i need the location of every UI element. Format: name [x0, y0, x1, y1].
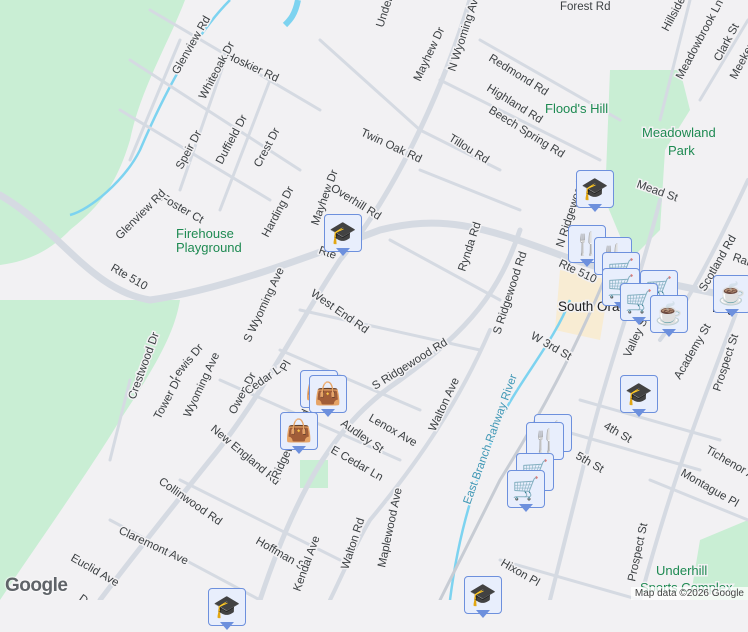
graduation-cap-icon: 🎓	[620, 375, 658, 413]
marker-pointer	[632, 409, 646, 417]
map-label: Duffield Dr	[214, 113, 250, 167]
coffee-icon: ☕	[650, 295, 688, 333]
map-label: Park	[668, 143, 695, 158]
map-label: Tichenor Av	[704, 444, 748, 485]
marker-pointer	[220, 622, 234, 630]
coffee-icon: ☕	[713, 275, 748, 313]
map-label: Underhill	[374, 0, 399, 29]
map-label: Firehouse	[176, 226, 234, 241]
map-label: West End Rd	[308, 288, 370, 337]
map-label: Walton Ave	[427, 376, 462, 433]
map-label: Durand	[76, 593, 114, 600]
map-label: Underhill	[656, 563, 707, 578]
map-label: Forest Rd	[560, 1, 611, 13]
map-label: Maplewood Ave	[376, 487, 405, 569]
poi-marker-graduation-cap[interactable]: 🎓	[208, 588, 246, 632]
map-attribution[interactable]: Map data ©2026 Google	[631, 587, 748, 600]
map-label: Tower Dr	[152, 375, 184, 421]
marker-pointer	[725, 309, 739, 317]
marker-pointer	[588, 204, 602, 212]
poi-marker-graduation-cap[interactable]: 🎓	[324, 214, 362, 258]
map-label: Ralston	[731, 252, 748, 277]
shopping-bag-icon: 👜	[280, 412, 318, 450]
poi-marker-coffee[interactable]: ☕	[650, 295, 688, 339]
map-label: 5th St	[574, 450, 607, 476]
map-label: Flood's Hill	[545, 101, 608, 116]
marker-pointer	[321, 409, 335, 417]
marker-pointer	[519, 504, 533, 512]
map-label: Tillou Rd	[446, 132, 490, 166]
map-label: Meadowland	[642, 125, 716, 140]
map-label: Harding Dr	[260, 185, 297, 240]
marker-pointer	[580, 259, 594, 267]
google-logo: Google	[5, 575, 67, 597]
graduation-cap-icon: 🎓	[576, 170, 614, 208]
marker-pointer	[292, 446, 306, 454]
marker-pointer	[476, 610, 490, 618]
map-label: Playground	[176, 240, 242, 255]
poi-marker-graduation-cap[interactable]: 🎓	[576, 170, 614, 214]
graduation-cap-icon: 🎓	[464, 576, 502, 614]
map-label: Walton Rd	[339, 517, 367, 571]
poi-marker-shopping-bag[interactable]: 👜	[280, 412, 318, 456]
shopping-cart-icon: 🛒	[507, 470, 545, 508]
marker-pointer	[632, 317, 646, 325]
marker-pointer	[336, 248, 350, 256]
poi-marker-shopping-cart[interactable]: 🛒	[507, 470, 545, 514]
graduation-cap-icon: 🎓	[208, 588, 246, 626]
poi-marker-graduation-cap[interactable]: 🎓	[620, 375, 658, 419]
map-label: S Ridgewood Rd	[491, 250, 529, 336]
park-meadowland	[605, 70, 690, 260]
map-label: New England Rd	[208, 423, 282, 488]
pond	[285, 0, 298, 25]
map-label: S Ridgewood Rd	[370, 337, 450, 393]
poi-marker-coffee[interactable]: ☕	[713, 275, 748, 319]
marker-pointer	[662, 329, 676, 337]
map-label: Glenview Rd	[114, 188, 169, 243]
map-label: Crest Dr	[252, 126, 283, 170]
graduation-cap-icon: 🎓	[324, 214, 362, 252]
map-label: N Wyoming Ave	[446, 0, 483, 73]
poi-marker-graduation-cap[interactable]: 🎓	[464, 576, 502, 620]
map-label: Hixon Pl	[499, 557, 542, 589]
map-label: Euclid Ave	[69, 552, 121, 589]
shopping-bag-icon: 👜	[309, 375, 347, 413]
